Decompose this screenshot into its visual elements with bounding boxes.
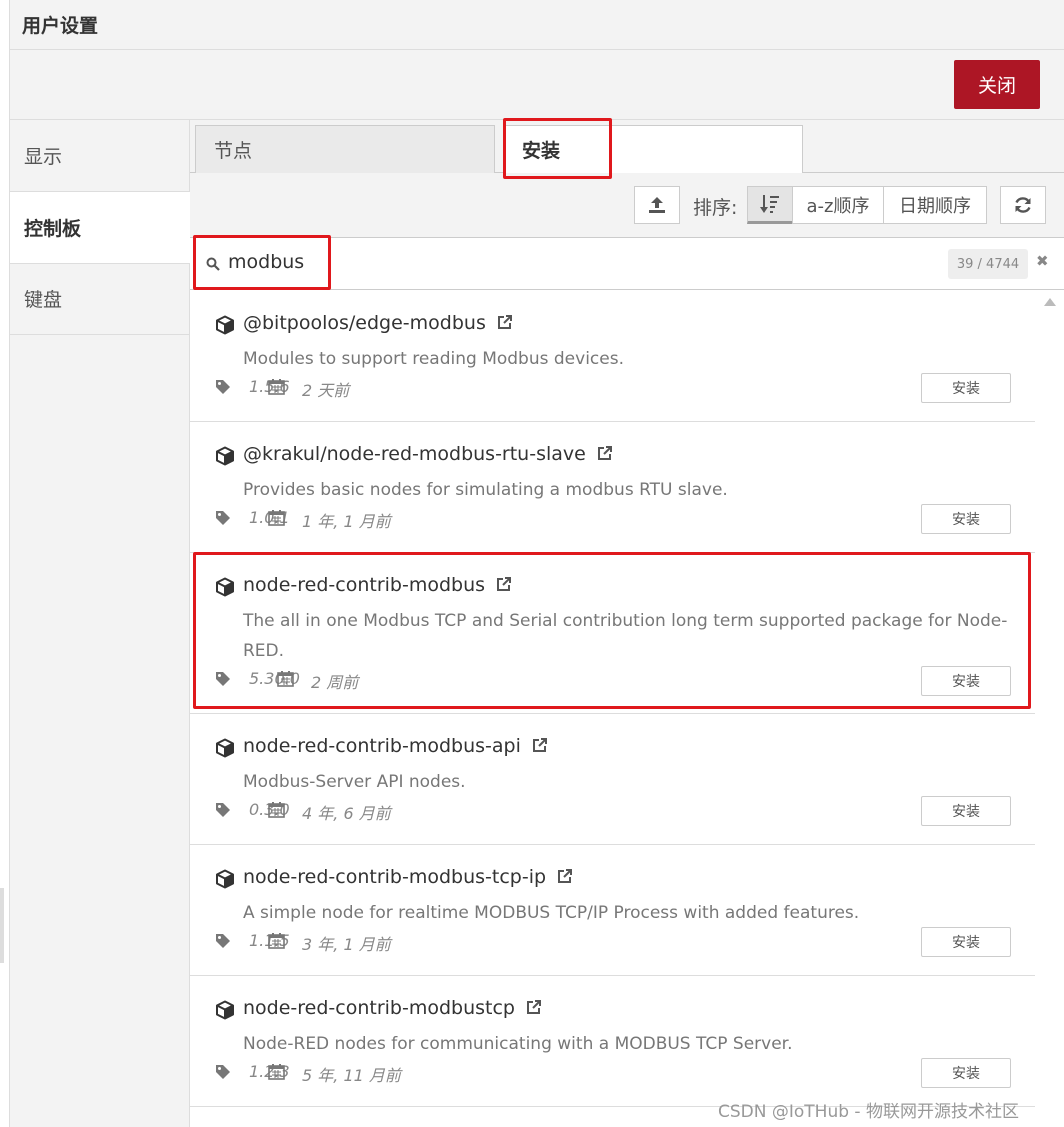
package-cube-icon <box>216 315 234 335</box>
tab-install[interactable]: 安装 <box>503 125 803 174</box>
package-item: node-red-contrib-modbus-tcp-ip A simple … <box>190 845 1035 976</box>
dialog-titlebar: 用户设置 <box>10 0 1064 50</box>
calendar-icon <box>268 510 285 526</box>
package-meta: 1.2.3 5 年, 11 月前 <box>215 1062 815 1085</box>
window-edge <box>0 888 4 963</box>
external-link-icon[interactable] <box>495 576 512 593</box>
watermark: CSDN @IoTHub - 物联网开源技术社区 <box>718 1102 1019 1122</box>
tag-icon <box>216 511 230 525</box>
user-settings-dialog: 用户设置 关闭 显示 控制板 键盘 节点 安装 排序: a-z顺序 日期顺序 m… <box>9 0 1064 1127</box>
package-cube-icon <box>216 1000 234 1020</box>
package-description: Modules to support reading Modbus device… <box>243 349 624 369</box>
package-meta: 5.30.0 2 周前 <box>215 669 815 692</box>
tag-icon <box>216 380 230 394</box>
package-cube-icon <box>216 869 234 889</box>
tag-icon <box>216 672 230 686</box>
install-button[interactable]: 安装 <box>921 796 1011 826</box>
palette-tabs: 节点 安装 <box>190 120 1064 174</box>
package-updated: 3 年, 1 月前 <box>302 935 391 954</box>
package-updated: 4 年, 6 月前 <box>302 804 391 823</box>
search-icon <box>206 257 220 271</box>
install-button[interactable]: 安装 <box>921 666 1011 696</box>
package-meta: 1.0.1 1 年, 1 月前 <box>215 508 815 531</box>
refresh-button[interactable] <box>1000 186 1046 224</box>
tag-icon <box>216 934 230 948</box>
install-button[interactable]: 安装 <box>921 504 1011 534</box>
tab-nodes[interactable]: 节点 <box>195 125 495 173</box>
package-meta: 1.5.6 2 天前 <box>215 377 815 400</box>
external-link-icon[interactable] <box>596 445 613 462</box>
close-button[interactable]: 关闭 <box>954 60 1040 109</box>
install-toolbar: 排序: a-z顺序 日期顺序 <box>190 173 1064 238</box>
package-updated: 2 周前 <box>311 673 359 692</box>
list-scrollbar[interactable] <box>1035 291 1064 1127</box>
package-item: node-red-contrib-modbus The all in one M… <box>190 553 1035 714</box>
sidebar-item-palette[interactable]: 控制板 <box>10 192 191 264</box>
package-item: node-red-contrib-modbustcp Node-RED node… <box>190 976 1035 1107</box>
sort-relevance-button[interactable] <box>747 186 793 224</box>
package-cube-icon <box>216 738 234 758</box>
package-cube-icon <box>216 446 234 466</box>
dialog-title: 用户设置 <box>22 15 99 37</box>
package-name[interactable]: @bitpoolos/edge-modbus <box>243 312 513 334</box>
sidebar-item-display[interactable]: 显示 <box>10 120 190 192</box>
external-link-icon[interactable] <box>556 868 573 885</box>
sort-az-button[interactable]: a-z顺序 <box>792 186 884 224</box>
calendar-icon <box>268 1064 285 1080</box>
package-name[interactable]: node-red-contrib-modbus <box>243 574 512 596</box>
package-description: A simple node for realtime MODBUS TCP/IP… <box>243 903 860 923</box>
search-bar: modbus 39 / 4744 ✖ <box>190 238 1064 290</box>
package-name[interactable]: node-red-contrib-modbus-tcp-ip <box>243 866 573 888</box>
package-updated: 2 天前 <box>302 381 350 400</box>
package-updated: 5 年, 11 月前 <box>302 1066 401 1085</box>
package-name[interactable]: @krakul/node-red-modbus-rtu-slave <box>243 443 613 465</box>
package-meta: 0.3.0 4 年, 6 月前 <box>215 800 815 823</box>
settings-sidebar: 显示 控制板 键盘 <box>10 120 191 1127</box>
external-link-icon[interactable] <box>525 999 542 1016</box>
external-link-icon[interactable] <box>531 737 548 754</box>
clear-search-icon[interactable]: ✖ <box>1036 252 1049 270</box>
search-result-count: 39 / 4744 <box>948 249 1028 279</box>
calendar-icon <box>277 671 294 687</box>
external-link-icon[interactable] <box>496 314 513 331</box>
calendar-icon <box>268 802 285 818</box>
scroll-up-arrow-icon[interactable] <box>1044 298 1056 306</box>
install-button[interactable]: 安装 <box>921 1058 1011 1088</box>
tag-icon <box>216 1065 230 1079</box>
package-description: Node-RED nodes for communicating with a … <box>243 1034 793 1054</box>
install-button[interactable]: 安装 <box>921 373 1011 403</box>
dialog-buttonbar: 关闭 <box>10 50 1064 120</box>
calendar-icon <box>268 933 285 949</box>
package-name[interactable]: node-red-contrib-modbustcp <box>243 997 542 1019</box>
package-description: Provides basic nodes for simulating a mo… <box>243 480 728 500</box>
upload-button[interactable] <box>634 186 680 224</box>
package-meta: 1.1.5 3 年, 1 月前 <box>215 931 815 954</box>
sidebar-item-keyboard[interactable]: 键盘 <box>10 263 190 335</box>
tag-icon <box>216 803 230 817</box>
package-updated: 1 年, 1 月前 <box>302 512 391 531</box>
package-list: @bitpoolos/edge-modbus Modules to suppor… <box>190 291 1035 1127</box>
package-name[interactable]: node-red-contrib-modbus-api <box>243 735 548 757</box>
package-description: Modbus-Server API nodes. <box>243 772 466 792</box>
package-item: @krakul/node-red-modbus-rtu-slave Provid… <box>190 422 1035 553</box>
sort-label: 排序: <box>693 197 738 219</box>
package-cube-icon <box>216 577 234 597</box>
palette-panel: 节点 安装 排序: a-z顺序 日期顺序 modbus 39 / 4744 ✖ … <box>190 120 1064 1127</box>
sort-amount-down-icon <box>760 195 779 213</box>
package-item: @bitpoolos/edge-modbus Modules to suppor… <box>190 291 1035 422</box>
package-item: node-red-contrib-modbus-api Modbus-Serve… <box>190 714 1035 845</box>
package-description: The all in one Modbus TCP and Serial con… <box>243 611 1008 661</box>
install-button[interactable]: 安装 <box>921 927 1011 957</box>
search-input[interactable]: modbus <box>228 251 304 273</box>
upload-icon <box>649 197 665 213</box>
refresh-icon <box>1015 197 1031 213</box>
calendar-icon <box>268 379 285 395</box>
sort-date-button[interactable]: 日期顺序 <box>883 186 987 224</box>
